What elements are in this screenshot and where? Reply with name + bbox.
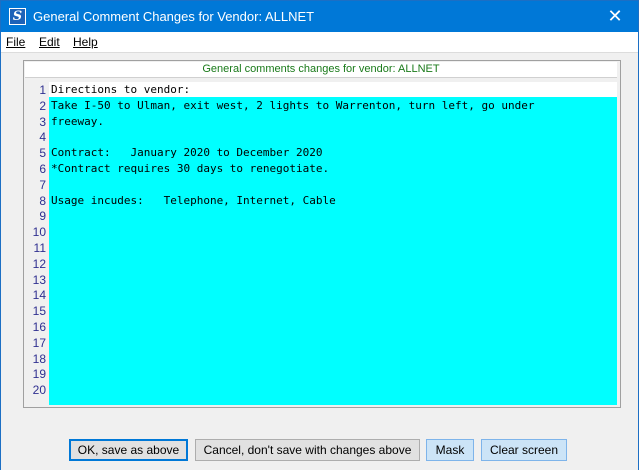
line-number-gutter: 1 2 3 4 5 6 7 8 9 10 11 12 13 14 15 16 17 18 19 20	[25, 82, 49, 405]
panel-header: General comments changes for vendor: ALL…	[25, 62, 617, 78]
menu-edit-label: Edit	[39, 35, 60, 49]
editor-line[interactable]: Directions to vendor:	[51, 82, 190, 98]
line-number: 1	[39, 83, 46, 97]
menu-edit[interactable]: Edit	[39, 35, 60, 49]
line-number: 17	[32, 335, 46, 350]
line-number: 13	[32, 272, 46, 287]
content-area: General comments changes for vendor: ALL…	[1, 53, 638, 470]
ok-save-button[interactable]: OK, save as above	[69, 439, 188, 461]
editor-line[interactable]: freeway.	[51, 114, 104, 130]
menu-file[interactable]: File	[6, 35, 25, 49]
editor-line[interactable]: Usage incudes: Telephone, Internet, Cabl…	[51, 193, 336, 209]
close-icon[interactable]: ✕	[592, 1, 638, 32]
menu-file-label: File	[6, 35, 26, 49]
menu-bar: File Edit Help	[1, 32, 638, 53]
line-number: 12	[32, 256, 46, 271]
menu-help-label: Help	[73, 35, 98, 49]
line-number: 7	[39, 177, 46, 192]
comment-editor[interactable]: Directions to vendor: Take I-50 to Ulman,…	[49, 82, 617, 405]
line-number: 10	[32, 225, 46, 240]
line-number: 11	[33, 241, 46, 255]
clear-screen-button[interactable]: Clear screen	[481, 439, 567, 461]
comments-panel: General comments changes for vendor: ALL…	[23, 60, 621, 408]
main-window: S General Comment Changes for Vendor: AL…	[0, 0, 639, 470]
window-title: General Comment Changes for Vendor: ALLN…	[33, 9, 315, 24]
line-number: 15	[32, 304, 46, 319]
line-number: 18	[32, 351, 46, 366]
line-number: 9	[39, 209, 46, 224]
line-number: 6	[39, 162, 46, 176]
editor-line[interactable]: Contract: January 2020 to December 2020	[51, 145, 323, 161]
editor-line[interactable]: Take I-50 to Ulman, exit west, 2 lights …	[51, 98, 534, 114]
title-bar[interactable]: S General Comment Changes for Vendor: AL…	[1, 1, 638, 32]
editor-line[interactable]: *Contract requires 30 days to renegotiat…	[51, 161, 329, 177]
line-number: 4	[39, 130, 46, 145]
mask-button[interactable]: Mask	[426, 439, 474, 461]
line-number: 8	[39, 193, 46, 208]
line-number: 20	[32, 383, 46, 398]
app-icon: S	[9, 8, 26, 25]
line-number: 3	[39, 114, 46, 129]
line-number: 19	[32, 367, 46, 382]
line-number: 14	[32, 288, 46, 303]
cancel-button[interactable]: Cancel, don't save with changes above	[195, 439, 420, 461]
line-number: 5	[39, 146, 46, 161]
line-number: 2	[39, 98, 46, 113]
menu-help[interactable]: Help	[73, 35, 98, 49]
line-number: 16	[32, 320, 46, 334]
